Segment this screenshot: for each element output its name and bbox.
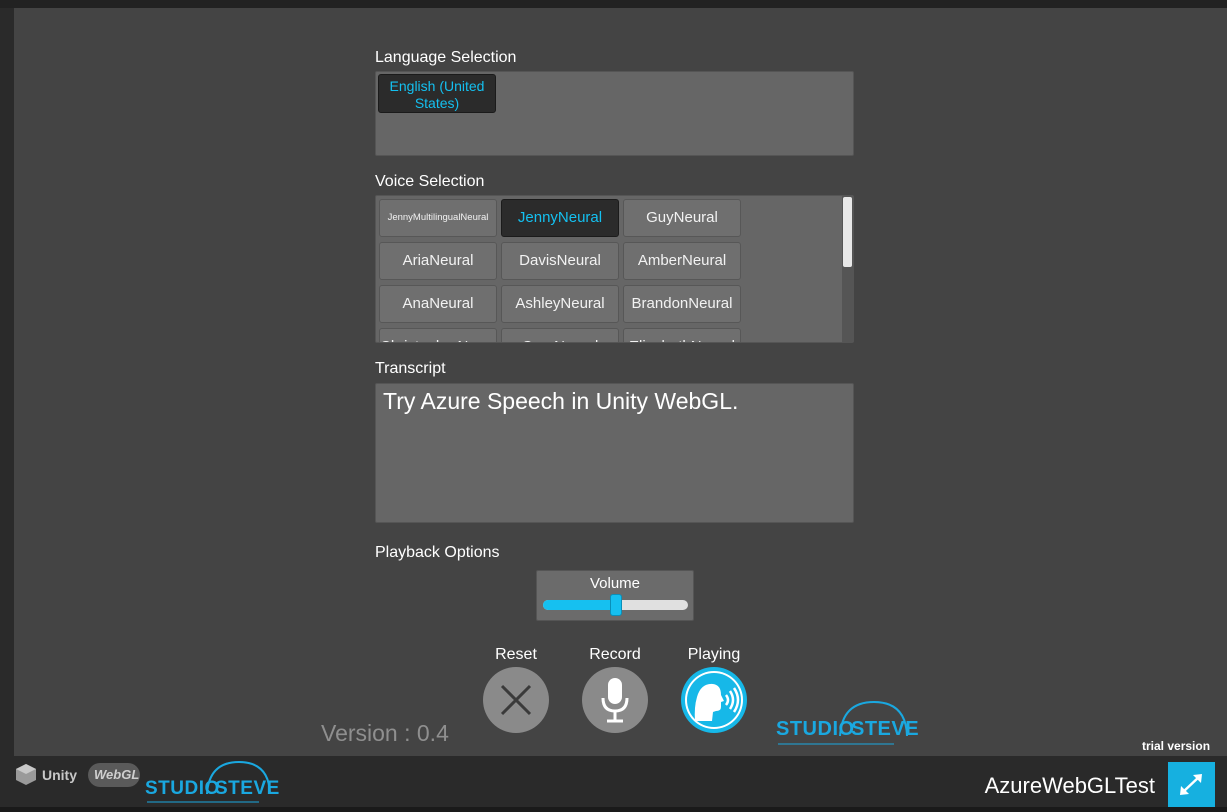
footer-studio-steve-logo: STUDIO STEVE: [145, 760, 279, 808]
unity-text: Unity: [42, 767, 77, 783]
voice-option-jennymultilingualneural[interactable]: JennyMultilingualNeural: [379, 199, 497, 237]
unity-logo: Unity: [14, 762, 84, 788]
voice-option-elizabethneural[interactable]: ElizabethNeural: [623, 328, 741, 342]
reset-label: Reset: [495, 646, 537, 663]
footer-logo-steve-text: STEVE: [215, 778, 280, 799]
record-button[interactable]: [582, 667, 648, 733]
volume-slider[interactable]: [543, 594, 688, 616]
bottom-strip: [0, 807, 1227, 812]
reset-button[interactable]: [483, 667, 549, 733]
fullscreen-button[interactable]: [1168, 762, 1215, 807]
playback-section-label: Playback Options: [375, 544, 500, 561]
close-icon: [500, 684, 532, 716]
volume-control: Volume: [536, 570, 694, 621]
voice-option-arianeural[interactable]: AriaNeural: [379, 242, 497, 280]
voice-scrollbar[interactable]: [842, 196, 853, 342]
volume-label: Volume: [589, 575, 641, 592]
voice-option-guyneural[interactable]: GuyNeural: [623, 199, 741, 237]
voice-scrollbar-thumb[interactable]: [843, 197, 852, 267]
playing-button[interactable]: [681, 667, 747, 733]
volume-slider-fill: [543, 600, 616, 610]
webgl-text: WebGL: [94, 767, 140, 782]
volume-slider-handle[interactable]: [609, 594, 622, 616]
voice-option-amberneural[interactable]: AmberNeural: [623, 242, 741, 280]
microphone-icon: [601, 678, 629, 723]
voice-option-christopherneural[interactable]: ChristopherNeural: [379, 328, 497, 342]
playing-label: Playing: [687, 646, 741, 663]
voice-list[interactable]: JennyMultilingualNeural JennyNeural GuyN…: [375, 195, 854, 343]
voice-option-coraneural[interactable]: CoraNeural: [501, 328, 619, 342]
logo-steve-text: STEVE: [851, 718, 920, 740]
language-option-english-us[interactable]: English (United States): [378, 74, 496, 113]
trial-version-label: trial version: [1142, 739, 1211, 753]
voice-option-ananeural[interactable]: AnaNeural: [379, 285, 497, 323]
voice-option-ashleyneural[interactable]: AshleyNeural: [501, 285, 619, 323]
footer-logo-studio-text: STUDIO: [145, 778, 220, 799]
speaking-head-icon: [685, 671, 743, 729]
voice-option-brandonneural[interactable]: BrandonNeural: [623, 285, 741, 323]
top-bar: [0, 0, 1227, 8]
voice-section-label: Voice Selection: [375, 173, 485, 190]
version-text: Version : 0.4: [321, 720, 449, 746]
webgl-logo: WebGL: [88, 763, 140, 787]
voice-option-jennyneural[interactable]: JennyNeural: [501, 199, 619, 237]
record-label: Record: [589, 646, 641, 663]
unity-cube-icon: [16, 764, 36, 785]
app-title: AzureWebGLTest: [984, 773, 1155, 798]
transcript-input[interactable]: Try Azure Speech in Unity WebGL.: [375, 383, 854, 523]
fullscreen-icon: [1180, 774, 1202, 795]
logo-studio-text: STUDIO: [776, 718, 855, 740]
voice-option-davisneural[interactable]: DavisNeural: [501, 242, 619, 280]
language-section-label: Language Selection: [375, 49, 517, 66]
studio-steve-logo: STUDIO STEVE: [776, 700, 919, 750]
transcript-section-label: Transcript: [375, 360, 446, 377]
